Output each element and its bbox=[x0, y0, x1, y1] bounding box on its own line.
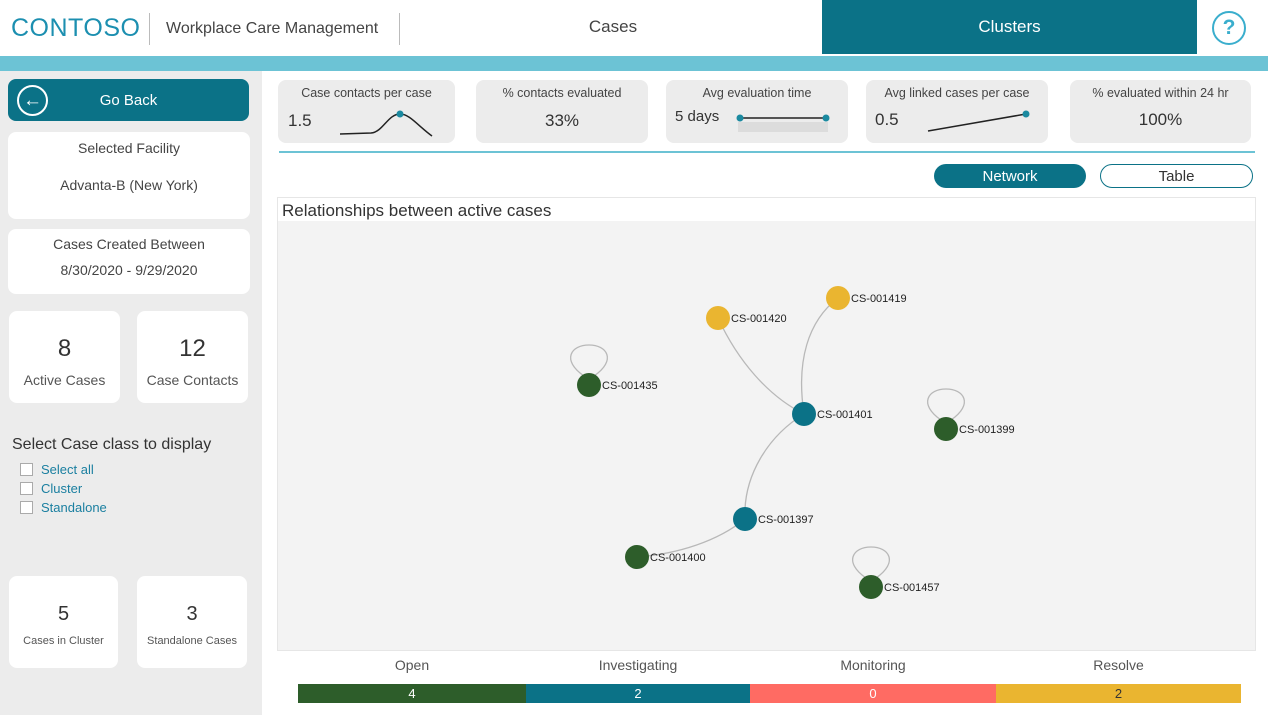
metric-contacts-evaluated: % contacts evaluated 33% bbox=[476, 80, 648, 143]
graph-edge bbox=[744, 413, 805, 520]
status-bar-investigating[interactable]: 2 bbox=[526, 684, 750, 703]
date-range-card: Cases Created Between 8/30/2020 - 9/29/2… bbox=[8, 229, 250, 294]
sparkline-icon bbox=[736, 114, 830, 132]
date-range-value: 8/30/2020 - 9/29/2020 bbox=[60, 262, 198, 278]
checkbox-cluster[interactable]: Cluster bbox=[20, 481, 82, 496]
case-contacts-value: 12 bbox=[179, 335, 206, 362]
graph-edge bbox=[801, 297, 839, 415]
metric-title: % contacts evaluated bbox=[502, 86, 622, 100]
checkbox-select-all[interactable]: Select all bbox=[20, 462, 94, 477]
graph-node-label: CS-001400 bbox=[650, 552, 706, 564]
tab-clusters-label: Clusters bbox=[978, 17, 1041, 36]
active-cases-value: 8 bbox=[57, 335, 72, 362]
date-range-label: Cases Created Between bbox=[53, 236, 205, 252]
metric-avg-evaluation-time: Avg evaluation time 5 days bbox=[666, 80, 848, 143]
network-toggle-button[interactable]: Network bbox=[934, 164, 1086, 188]
header-separator bbox=[399, 13, 400, 45]
status-label-open: Open bbox=[394, 657, 430, 673]
tab-cases[interactable]: Cases bbox=[405, 0, 821, 54]
sidebar: ← Go Back Selected Facility Advanta-B (N… bbox=[0, 71, 262, 715]
metric-value: 33% bbox=[544, 111, 580, 130]
standalone-cases-label: Standalone Cases bbox=[147, 635, 237, 647]
cases-in-cluster-value: 5 bbox=[57, 603, 70, 625]
graph-node-label: CS-001435 bbox=[602, 380, 658, 392]
cases-in-cluster-card: 5 Cases in Cluster bbox=[9, 576, 118, 668]
checkbox-label: Standalone bbox=[41, 500, 107, 515]
graph-node[interactable] bbox=[859, 575, 883, 599]
checkbox-icon bbox=[20, 501, 33, 514]
graph-node[interactable] bbox=[826, 286, 850, 310]
help-icon[interactable]: ? bbox=[1212, 11, 1246, 45]
graph-node-label: CS-001457 bbox=[884, 582, 940, 594]
graph-node-label: CS-001419 bbox=[851, 293, 907, 305]
graph-title: Relationships between active cases bbox=[282, 201, 552, 220]
metric-title: Avg linked cases per case bbox=[884, 86, 1030, 100]
checkbox-icon bbox=[20, 463, 33, 476]
metric-title: Case contacts per case bbox=[301, 86, 432, 100]
graph-node[interactable] bbox=[577, 373, 601, 397]
network-graph-canvas: CS-001419 CS-001420 CS-001435 CS-001401 CS-0… bbox=[570, 286, 1015, 599]
sparkline-icon bbox=[927, 110, 1030, 132]
checkbox-label: Select all bbox=[41, 462, 94, 477]
checkbox-standalone[interactable]: Standalone bbox=[20, 500, 107, 515]
case-class-title: Select Case class to display bbox=[12, 436, 212, 453]
checkbox-label: Cluster bbox=[41, 481, 83, 496]
metric-contacts-per-case: Case contacts per case 1.5 bbox=[278, 80, 455, 143]
active-cases-card: 8 Active Cases bbox=[9, 311, 120, 403]
metric-value: 0.5 bbox=[875, 110, 899, 129]
graph-self-loop bbox=[570, 344, 608, 377]
header-stripe bbox=[0, 56, 1268, 71]
metric-value: 1.5 bbox=[288, 111, 312, 130]
tab-cases-label: Cases bbox=[588, 17, 638, 36]
graph-node[interactable] bbox=[625, 545, 649, 569]
metric-avg-linked-cases: Avg linked cases per case 0.5 bbox=[866, 80, 1048, 143]
app-title: Workplace Care Management bbox=[166, 20, 379, 37]
graph-node-label: CS-001420 bbox=[731, 313, 787, 325]
facility-value: Advanta-B (New York) bbox=[60, 177, 198, 193]
tab-clusters[interactable]: Clusters bbox=[822, 0, 1197, 54]
graph-node[interactable] bbox=[706, 306, 730, 330]
section-divider bbox=[279, 151, 1255, 153]
graph-node[interactable] bbox=[934, 417, 958, 441]
brand-logo: CONTOSO bbox=[11, 14, 141, 42]
metric-title: Avg evaluation time bbox=[702, 86, 812, 100]
metric-value: 5 days bbox=[675, 108, 720, 125]
sparkline-icon bbox=[339, 110, 433, 137]
graph-node-label: CS-001399 bbox=[959, 424, 1015, 436]
header-separator bbox=[149, 13, 150, 45]
facility-label: Selected Facility bbox=[78, 140, 180, 156]
status-label-monitoring: Monitoring bbox=[840, 657, 906, 673]
top-bar: CONTOSO Workplace Care Management Cases … bbox=[0, 0, 1268, 56]
back-arrow-icon: ← bbox=[17, 85, 48, 116]
status-bar-open[interactable]: 4 bbox=[298, 684, 526, 703]
status-bar-monitoring[interactable]: 0 bbox=[750, 684, 996, 703]
graph-node-label: CS-001401 bbox=[817, 409, 873, 421]
status-bar-resolve[interactable]: 2 bbox=[996, 684, 1241, 703]
status-label-investigating: Investigating bbox=[598, 657, 678, 673]
checkbox-icon bbox=[20, 482, 33, 495]
graph-edge bbox=[717, 317, 805, 415]
go-back-button[interactable]: ← Go Back bbox=[8, 79, 249, 121]
graph-node[interactable] bbox=[792, 402, 816, 426]
case-contacts-card: 12 Case Contacts bbox=[137, 311, 248, 403]
standalone-cases-card: 3 Standalone Cases bbox=[137, 576, 247, 668]
network-graph: CS-001419 CS-001420 CS-001435 CS-001401 CS-0… bbox=[277, 221, 1256, 651]
graph-self-loop bbox=[927, 388, 965, 421]
graph-node-label: CS-001397 bbox=[758, 514, 814, 526]
graph-header: Relationships between active cases bbox=[277, 197, 1256, 222]
go-back-label: Go Back bbox=[99, 91, 158, 109]
graph-node[interactable] bbox=[733, 507, 757, 531]
metric-title: % evaluated within 24 hr bbox=[1092, 86, 1229, 100]
metric-value: 100% bbox=[1138, 110, 1183, 129]
case-contacts-label: Case Contacts bbox=[146, 372, 239, 388]
cases-in-cluster-label: Cases in Cluster bbox=[23, 635, 104, 647]
standalone-cases-value: 3 bbox=[186, 603, 198, 625]
status-label-resolve: Resolve bbox=[1093, 657, 1144, 673]
facility-card: Selected Facility Advanta-B (New York) bbox=[8, 132, 250, 219]
active-cases-label: Active Cases bbox=[23, 372, 106, 388]
metric-evaluated-24hr: % evaluated within 24 hr 100% bbox=[1070, 80, 1251, 143]
graph-self-loop bbox=[852, 546, 890, 579]
table-toggle-button[interactable]: Table bbox=[1100, 164, 1253, 188]
